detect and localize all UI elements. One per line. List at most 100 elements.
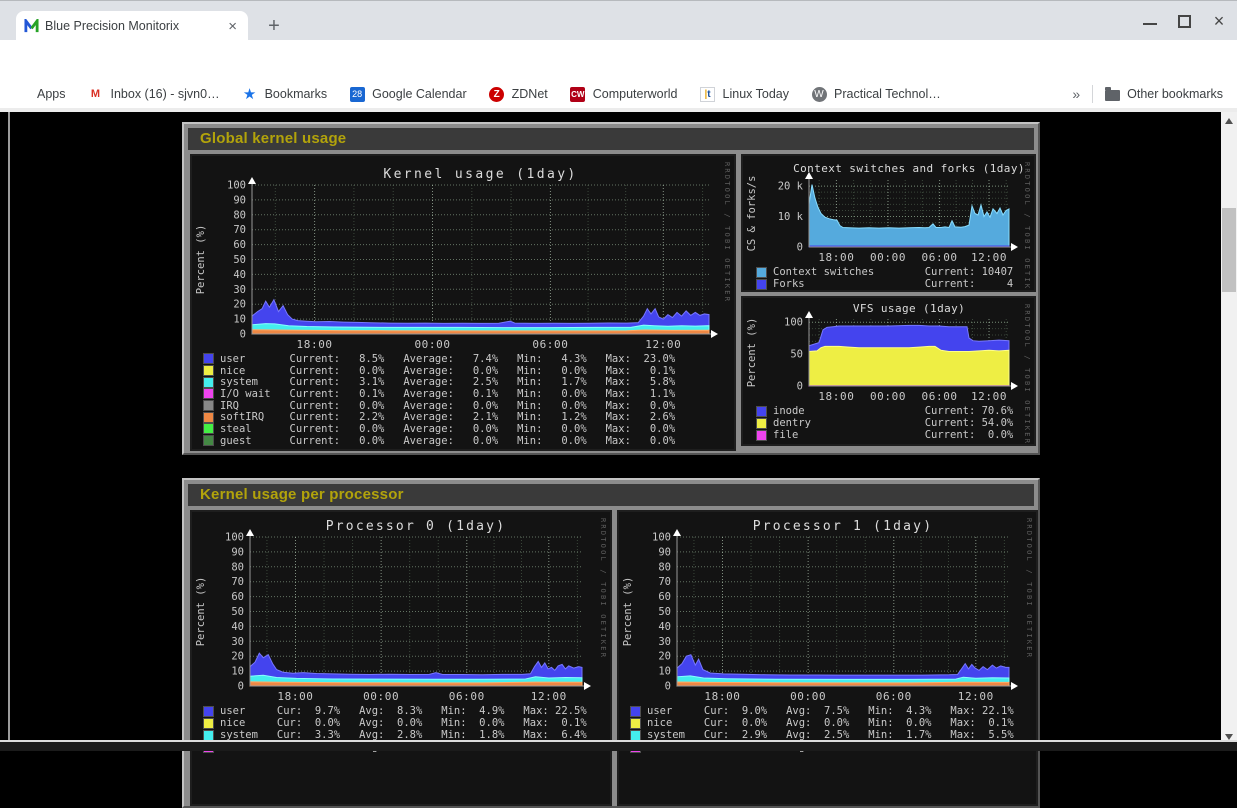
svg-text:60: 60	[658, 591, 671, 603]
window-close-icon[interactable]: ×	[1209, 11, 1229, 32]
legend-text: nice Current: 0.0% Average: 0.0% Min: 0.…	[220, 365, 675, 377]
legend-swatch	[757, 407, 766, 416]
apps-grid-icon	[14, 86, 30, 102]
legend-text: steal Current: 0.0% Average: 0.0% Min: 0…	[220, 423, 675, 435]
legend-row: Context switches Current: 10407	[757, 266, 1013, 278]
legend-row: IRQ Current: 0.0% Average: 0.0% Min: 0.0…	[204, 400, 675, 412]
legend-text: nice Cur: 0.0% Avg: 0.0% Min: 0.0% Max: …	[220, 717, 587, 729]
browser-tab[interactable]: Blue Precision Monitorix ×	[16, 11, 248, 41]
svg-text:30: 30	[231, 636, 244, 648]
svg-text:Percent (%): Percent (%)	[622, 577, 634, 647]
svg-text:Kernel usage (1day): Kernel usage (1day)	[383, 167, 577, 182]
scrollbar-up-icon[interactable]	[1225, 118, 1233, 124]
context-switches-graph[interactable]: 010 k20 k18:0000:0006:0012:00Context swi…	[741, 154, 1036, 292]
svg-text:90: 90	[658, 546, 671, 558]
legend-text: IRQ Current: 0.0% Average: 0.0% Min: 0.0…	[220, 400, 675, 412]
other-bookmarks-label: Other bookmarks	[1127, 87, 1223, 101]
wordpress-icon: W	[811, 86, 827, 102]
legend-row: nice Cur: 0.0% Avg: 0.0% Min: 0.0% Max: …	[204, 717, 587, 729]
vfs-usage-graph[interactable]: 05010018:0000:0006:0012:00VFS usage (1da…	[741, 296, 1036, 446]
tab-close-icon[interactable]: ×	[225, 18, 240, 35]
svg-text:60: 60	[233, 239, 246, 251]
computerworld-icon: CW	[570, 86, 586, 102]
svg-text:Processor 0 (1day): Processor 0 (1day)	[326, 519, 506, 534]
legend-swatch	[204, 424, 213, 433]
legend-swatch	[757, 431, 766, 440]
legend-swatch	[204, 413, 213, 422]
bookmark-inbox[interactable]: M Inbox (16) - sjvn0…	[88, 86, 220, 102]
section-global-kernel: Global kernel usage 01020304050607080901…	[182, 122, 1040, 455]
legend-swatch	[631, 719, 640, 728]
svg-text:0: 0	[797, 381, 803, 393]
calendar-icon: 28	[349, 86, 365, 102]
svg-text:80: 80	[233, 209, 246, 221]
svg-text:CS & forks/s: CS & forks/s	[746, 176, 758, 252]
bookmark-practical-technology[interactable]: W Practical Technol…	[811, 86, 941, 102]
svg-text:18:00: 18:00	[818, 390, 854, 403]
new-tab-button[interactable]: +	[262, 15, 286, 39]
svg-text:Percent (%): Percent (%)	[746, 318, 758, 388]
legend-row: I/O wait Current: 0.1% Average: 0.1% Min…	[204, 388, 675, 400]
svg-text:70: 70	[658, 576, 671, 588]
svg-text:18:00: 18:00	[277, 690, 313, 703]
bookmark-apps[interactable]: Apps	[14, 86, 66, 102]
bookmark-zdnet[interactable]: Z ZDNet	[489, 86, 548, 102]
vfs-usage-legend: inode Current: 70.6%dentry Current: 54.0…	[757, 405, 1013, 441]
legend-row: user Cur: 9.0% Avg: 7.5% Min: 4.3% Max: …	[631, 705, 1014, 717]
legend-row: user Cur: 9.7% Avg: 8.3% Min: 4.9% Max: …	[204, 705, 587, 717]
svg-text:100: 100	[652, 532, 671, 544]
svg-text:0: 0	[797, 242, 803, 254]
svg-text:90: 90	[233, 194, 246, 206]
bookmarks-overflow-chevron-icon[interactable]: »	[1072, 86, 1080, 102]
legend-text: system Current: 3.1% Average: 2.5% Min: …	[220, 376, 675, 388]
bookmark-bookmarks[interactable]: ★ Bookmarks	[242, 86, 328, 102]
star-icon: ★	[242, 86, 258, 102]
legend-swatch	[631, 731, 640, 740]
svg-text:20: 20	[658, 651, 671, 663]
scrollbar-thumb[interactable]	[1222, 208, 1236, 292]
svg-text:100: 100	[225, 532, 244, 544]
bookmark-google-calendar[interactable]: 28 Google Calendar	[349, 86, 467, 102]
tab-title: Blue Precision Monitorix	[45, 19, 219, 33]
legend-swatch	[757, 280, 766, 289]
svg-text:10 k: 10 k	[778, 211, 804, 223]
bookmarks-divider	[1092, 85, 1093, 103]
legend-row: file Current: 0.0%	[757, 429, 1013, 441]
legend-swatch	[204, 378, 213, 387]
svg-text:10: 10	[231, 666, 244, 678]
legend-text: user Cur: 9.0% Avg: 7.5% Min: 4.3% Max: …	[647, 705, 1014, 717]
legend-text: file Current: 0.0%	[773, 429, 1013, 441]
svg-text:80: 80	[658, 561, 671, 573]
section-title: Global kernel usage	[200, 130, 346, 147]
monitorix-favicon	[24, 19, 39, 34]
svg-text:30: 30	[233, 284, 246, 296]
svg-text:90: 90	[231, 546, 244, 558]
legend-row: user Current: 8.5% Average: 7.4% Min: 4.…	[204, 353, 675, 365]
legend-swatch	[204, 731, 213, 740]
processor-0-graph[interactable]: 010203040506070809010018:0000:0006:0012:…	[190, 510, 612, 806]
svg-text:10: 10	[658, 666, 671, 678]
legend-swatch	[204, 389, 213, 398]
bookmark-computerworld[interactable]: CW Computerworld	[570, 86, 678, 102]
processor-1-graph[interactable]: 010203040506070809010018:0000:0006:0012:…	[617, 510, 1038, 806]
window-maximize-icon[interactable]	[1178, 15, 1191, 28]
bookmark-label: ZDNet	[512, 87, 548, 101]
kernel-usage-graph[interactable]: 010203040506070809010018:0000:0006:0012:…	[190, 154, 736, 451]
legend-text: user Current: 8.5% Average: 7.4% Min: 4.…	[220, 353, 675, 365]
svg-text:18:00: 18:00	[704, 690, 740, 703]
legend-text: user Cur: 9.7% Avg: 8.3% Min: 4.9% Max: …	[220, 705, 587, 717]
svg-text:40: 40	[658, 621, 671, 633]
legend-swatch	[757, 268, 766, 277]
svg-text:12:00: 12:00	[971, 251, 1007, 264]
svg-text:40: 40	[231, 621, 244, 633]
legend-row: guest Current: 0.0% Average: 0.0% Min: 0…	[204, 435, 675, 447]
window-minimize-icon[interactable]	[1143, 9, 1157, 25]
svg-text:06:00: 06:00	[449, 690, 485, 703]
bookmark-linux-today[interactable]: |t Linux Today	[700, 86, 790, 102]
bookmark-label: Google Calendar	[372, 87, 467, 101]
svg-text:20: 20	[231, 651, 244, 663]
other-bookmarks-button[interactable]: Other bookmarks	[1105, 87, 1223, 101]
svg-text:12:00: 12:00	[958, 690, 994, 703]
legend-swatch	[757, 419, 766, 428]
svg-text:0: 0	[238, 681, 244, 693]
